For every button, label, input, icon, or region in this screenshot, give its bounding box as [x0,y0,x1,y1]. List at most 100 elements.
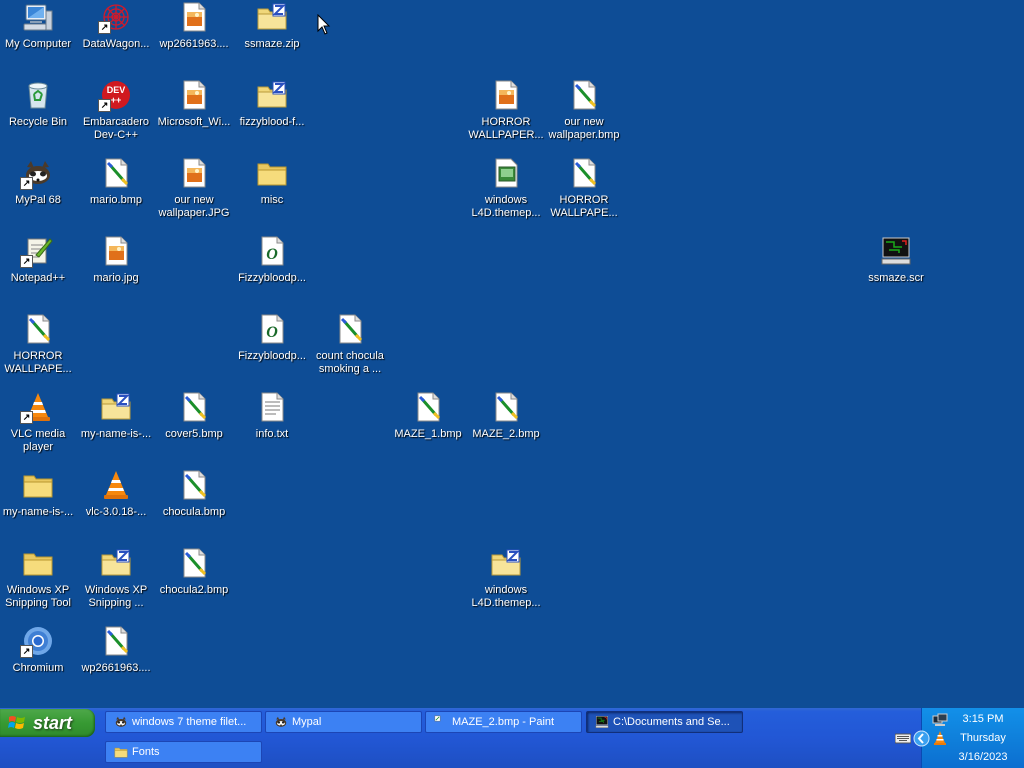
desktop-icon-label: cover5.bmp [165,428,223,440]
folder-icon [22,469,54,501]
desktop-icon[interactable]: DEV ++ ↗ Embarcadero Dev-C++ [78,79,154,142]
desktop-icon-label: HORROR WALLPAPE... [4,350,72,375]
my-computer-icon [22,1,54,33]
desktop-icon[interactable]: misc [234,157,310,207]
shortcut-arrow-icon: ↗ [98,21,111,34]
desktop-icon[interactable]: my-name-is-... [78,391,154,441]
desktop-icon-label: My Computer [4,38,72,50]
shortcut-arrow-icon: ↗ [20,645,33,658]
desktop-icon[interactable]: HORROR WALLPAPE... [0,313,76,376]
desktop-icon[interactable]: Recycle Bin [0,79,76,129]
desktop-icon[interactable]: chocula2.bmp [156,547,232,597]
desktop-icon[interactable]: ↗ Chromium [0,625,76,675]
vlc-tray-icon[interactable] [932,730,948,746]
desktop-icon[interactable]: ssmaze.zip [234,1,310,51]
taskbar-button[interactable]: MAZE_2.bmp - Paint [425,711,582,733]
mypal-icon: ↗ [20,157,54,190]
desktop-icon-label: vlc-3.0.18-... [85,506,147,518]
desktop-icon-label: my-name-is-... [2,506,74,518]
taskbar-button[interactable]: Fonts [105,741,262,763]
desktop-icon-label: ssmaze.scr [868,272,924,284]
zip-folder-icon [100,391,132,423]
desktop-icon-label: Chromium [12,662,64,674]
desktop-icon[interactable]: ssmaze.scr [858,235,934,285]
desktop-icon[interactable]: info.txt [234,391,310,441]
desktop-icon[interactable]: wp2661963.... [78,625,154,675]
desktop-icon[interactable]: our new wallpaper.JPG [156,157,232,220]
desktop-icon[interactable]: HORROR WALLPAPE... [546,157,622,220]
taskbar-button-label: Mypal [292,716,322,728]
desktop-icon-label: VLC media player [10,428,66,453]
desktop-icon[interactable]: fizzyblood-f... [234,79,310,129]
desktop-icon-label: Microsoft_Wi... [157,116,231,128]
taskbar-button-label: windows 7 theme filet... [132,716,247,728]
show-hidden-icons-icon[interactable] [913,730,930,747]
desktop-icon-label: windows L4D.themep... [471,584,541,609]
desktop-icon-label: Fizzybloodp... [238,350,306,362]
windows-logo-icon [8,716,25,729]
desktop-icon-label: windows L4D.themep... [471,194,541,219]
desktop-icon[interactable]: cover5.bmp [156,391,232,441]
clock-time[interactable]: 3:15 PM [952,713,1014,726]
font-file-icon: O [256,313,288,345]
taskbar-button[interactable]: C:\Documents and Se... [586,711,743,733]
svg-text:DEV: DEV [107,85,126,95]
taskbar-button-label: Fonts [132,746,160,758]
desktop-icon[interactable]: ↗ Notepad++ [0,235,76,285]
desktop-icon-label: info.txt [255,428,289,440]
start-button[interactable]: start [0,709,95,737]
desktop-icon[interactable]: O Fizzybloodp... [234,235,310,285]
desktop-icon[interactable]: ↗ DataWagon... [78,1,154,51]
taskbar: start windows 7 theme filet... Mypal MAZE_… [0,708,1024,768]
network-icon[interactable] [932,713,948,727]
desktop-icon-label: HORROR WALLPAPE... [550,194,618,219]
desktop-icon-label: DataWagon... [82,38,150,50]
desktop-icon[interactable]: ↗ VLC media player [0,391,76,454]
desktop-icon[interactable]: MAZE_2.bmp [468,391,544,441]
desktop-icon[interactable]: Windows XP Snipping ... [78,547,154,610]
desktop-icon[interactable]: windows L4D.themep... [468,547,544,610]
desktop-icon[interactable]: MAZE_1.bmp [390,391,466,441]
clock-day[interactable]: Thursday [952,732,1014,745]
desktop-icon[interactable]: My Computer [0,1,76,51]
datawagon-icon: ↗ [98,1,132,34]
desktop-icon[interactable]: ↗ MyPal 68 [0,157,76,207]
desktop-icon-label: MAZE_2.bmp [472,428,540,440]
taskbar-button[interactable]: windows 7 theme filet... [105,711,262,733]
folder-icon [256,157,288,189]
bitmap-file-icon [334,313,366,345]
desktop-icon[interactable]: my-name-is-... [0,469,76,519]
desktop-icon[interactable]: count chocula smoking a ... [312,313,388,376]
zip-folder-icon [256,79,288,111]
clock-date[interactable]: 3/16/2023 [952,751,1014,764]
desktop-icon[interactable]: mario.jpg [78,235,154,285]
desktop-icon[interactable]: HORROR WALLPAPER... [468,79,544,142]
desktop-icon[interactable]: mario.bmp [78,157,154,207]
taskbar-button[interactable]: Mypal [265,711,422,733]
desktop-icon[interactable]: Microsoft_Wi... [156,79,232,129]
desktop-icon-label: count chocula smoking a ... [316,350,384,375]
desktop-icon-label: Windows XP Snipping Tool [5,584,71,609]
desktop[interactable]: My Computer ↗ DataWagon... wp2661963.... ssm… [0,0,1024,708]
desktop-icon-label: Windows XP Snipping ... [84,584,148,609]
text-file-icon [256,391,288,423]
desktop-icon-label: chocula.bmp [162,506,226,518]
vlc-icon [100,469,132,501]
desktop-icon[interactable]: Windows XP Snipping Tool [0,547,76,610]
desktop-icon-label: wp2661963.... [159,38,229,50]
svg-text:O: O [266,246,278,263]
theme-file-icon [490,157,522,189]
desktop-icon-label: Recycle Bin [8,116,68,128]
keyboard-icon[interactable] [895,732,911,744]
desktop-icon[interactable]: vlc-3.0.18-... [78,469,154,519]
desktop-icon[interactable]: windows L4D.themep... [468,157,544,220]
desktop-icon[interactable]: our new wallpaper.bmp [546,79,622,142]
desktop-icon-label: mario.jpg [93,272,139,284]
zip-folder-icon [256,1,288,33]
desktop-icon-label: misc [260,194,284,206]
shortcut-arrow-icon: ↗ [20,411,33,424]
desktop-icon[interactable]: O Fizzybloodp... [234,313,310,363]
bitmap-file-icon [100,625,132,657]
desktop-icon[interactable]: chocula.bmp [156,469,232,519]
desktop-icon[interactable]: wp2661963.... [156,1,232,51]
